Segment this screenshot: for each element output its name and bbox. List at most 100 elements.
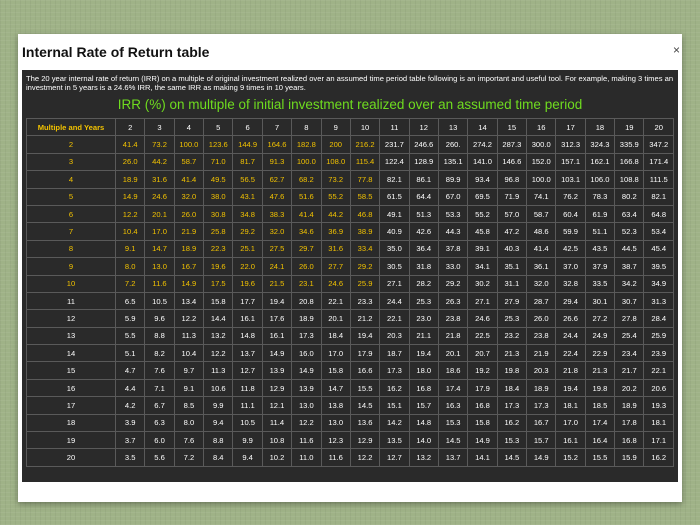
irr-table: Multiple and Years 2 3 4 5 6 7 8 9 10 11 12 13 14 15 16… [26,117,674,467]
irr-cell: 41.4 [114,135,146,154]
irr-cell: 29.2 [232,222,263,241]
irr-cell: 20.6 [643,378,674,398]
irr-cell: 51.1 [584,222,616,241]
close-icon[interactable]: × [673,43,680,57]
irr-cell: 19.6 [203,257,234,276]
irr-cell: 23.1 [291,274,322,293]
irr-cell: 16.8 [614,431,645,450]
irr-cell: 20.1 [144,204,175,224]
table-row: 6 12.2 20.1 26.0 30.8 34.8 38.3 41.4 44.2 46.8 49.… [26,204,674,224]
irr-cell: 36.4 [408,239,439,259]
year-header: 4 [173,117,205,137]
irr-dialog: Internal Rate of Return table × The 20 y… [18,34,682,502]
irr-cell: 18.7 [379,344,410,363]
irr-cell: 55.2 [320,187,351,206]
irr-cell: 22.3 [203,239,234,259]
multiple-label: 19 [26,431,116,450]
multiple-label: 6 [26,204,116,224]
irr-cell: 14.9 [114,187,146,206]
irr-cell: 38.7 [614,257,645,276]
irr-cell: 30.2 [467,274,498,293]
irr-cell: 78.3 [584,187,616,206]
irr-cell: 7.1 [144,378,175,398]
irr-cell: 58.5 [349,187,381,206]
irr-cell: 24.1 [261,257,293,276]
irr-cell: 37.0 [555,257,586,276]
irr-cell: 21.3 [584,361,616,380]
irr-cell: 157.1 [555,152,586,172]
irr-cell: 10.2 [261,448,293,467]
irr-cell: 18.6 [437,361,469,380]
irr-cell: 18.1 [643,413,674,433]
irr-cell: 53.3 [437,204,469,224]
multiple-label: 18 [26,413,116,433]
irr-cell: 34.2 [614,274,645,293]
irr-cell: 20.8 [291,291,322,311]
multiple-label: 8 [26,239,116,259]
irr-cell: 10.5 [144,291,175,311]
irr-cell: 44.5 [614,239,645,259]
irr-cell: 26.0 [114,152,146,172]
irr-cell: 14.4 [203,309,234,328]
irr-cell: 11.6 [320,448,351,467]
irr-cell: 49.1 [379,204,410,224]
irr-cell: 19.8 [584,378,616,398]
irr-cell: 21.8 [555,361,586,380]
year-header: 10 [349,117,381,137]
irr-cell: 146.6 [496,152,528,172]
irr-cell: 11.3 [203,361,234,380]
irr-cell: 14.9 [526,448,557,467]
irr-cell: 24.6 [144,187,175,206]
dialog-title: Internal Rate of Return table [22,44,210,60]
irr-cell: 27.7 [320,257,351,276]
irr-cell: 17.9 [349,344,381,363]
irr-cell: 25.8 [203,222,234,241]
irr-cell: 15.7 [526,431,557,450]
irr-cell: 32.8 [555,274,586,293]
irr-cell: 166.8 [614,152,645,172]
irr-cell: 25.4 [614,326,645,346]
irr-cell: 18.0 [408,361,439,380]
irr-cell: 36.1 [526,257,557,276]
irr-cell: 20.7 [467,344,498,363]
irr-cell: 10.6 [203,378,234,398]
irr-cell: 16.2 [379,378,410,398]
irr-cell: 47.6 [261,187,293,206]
irr-cell: 13.2 [408,448,439,467]
irr-cell: 31.1 [496,274,528,293]
irr-cell: 16.1 [232,309,263,328]
irr-cell: 18.5 [584,396,616,415]
irr-cell: 29.2 [437,274,469,293]
irr-cell: 14.7 [144,239,175,259]
irr-cell: 287.3 [496,135,528,154]
irr-cell: 8.8 [203,431,234,450]
irr-cell: 14.8 [232,326,263,346]
irr-cell: 17.9 [467,378,498,398]
irr-cell: 13.7 [232,344,263,363]
table-row: 9 8.0 13.0 16.7 19.6 22.0 24.1 26.0 27.7 29.2 30.5… [26,257,674,276]
multiple-label: 14 [26,344,116,363]
irr-cell: 9.1 [114,239,146,259]
irr-cell: 6.7 [144,396,175,415]
irr-cell: 30.7 [614,291,645,311]
irr-cell: 19.8 [496,361,528,380]
irr-cell: 4.2 [114,396,146,415]
irr-cell: 96.8 [496,170,528,189]
irr-cell: 56.5 [232,170,263,189]
irr-cell: 26.6 [555,309,586,328]
irr-cell: 16.4 [584,431,616,450]
irr-cell: 30.1 [584,291,616,311]
irr-cell: 49.5 [203,170,234,189]
irr-cell: 27.1 [467,291,498,311]
irr-cell: 39.5 [643,257,674,276]
year-header: 13 [437,117,469,137]
year-header: 19 [614,117,645,137]
irr-cell: 89.9 [437,170,469,189]
year-header: 2 [114,117,146,137]
irr-cell: 17.3 [379,361,410,380]
irr-cell: 46.8 [349,204,381,224]
irr-cell: 21.3 [496,344,528,363]
irr-cell: 11.4 [261,413,293,433]
irr-cell: 9.7 [173,361,205,380]
table-title: IRR (%) on multiple of initial investmen… [117,97,583,112]
